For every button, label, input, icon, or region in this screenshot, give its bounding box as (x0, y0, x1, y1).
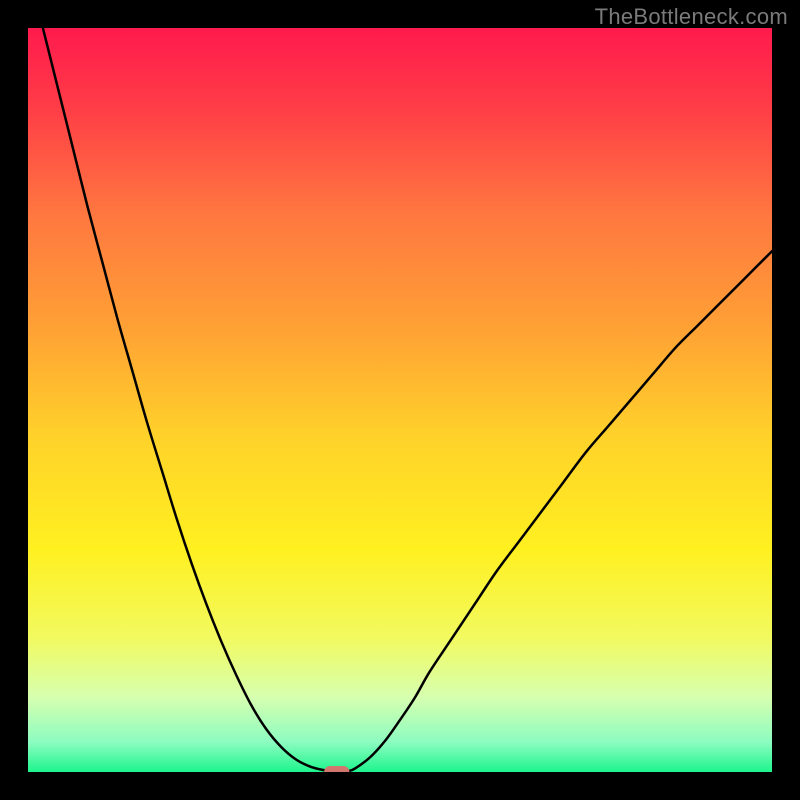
plot-area (28, 28, 772, 772)
plot-svg (28, 28, 772, 772)
watermark-text: TheBottleneck.com (595, 4, 788, 30)
min_marker (324, 766, 349, 772)
chart-container: TheBottleneck.com (0, 0, 800, 800)
